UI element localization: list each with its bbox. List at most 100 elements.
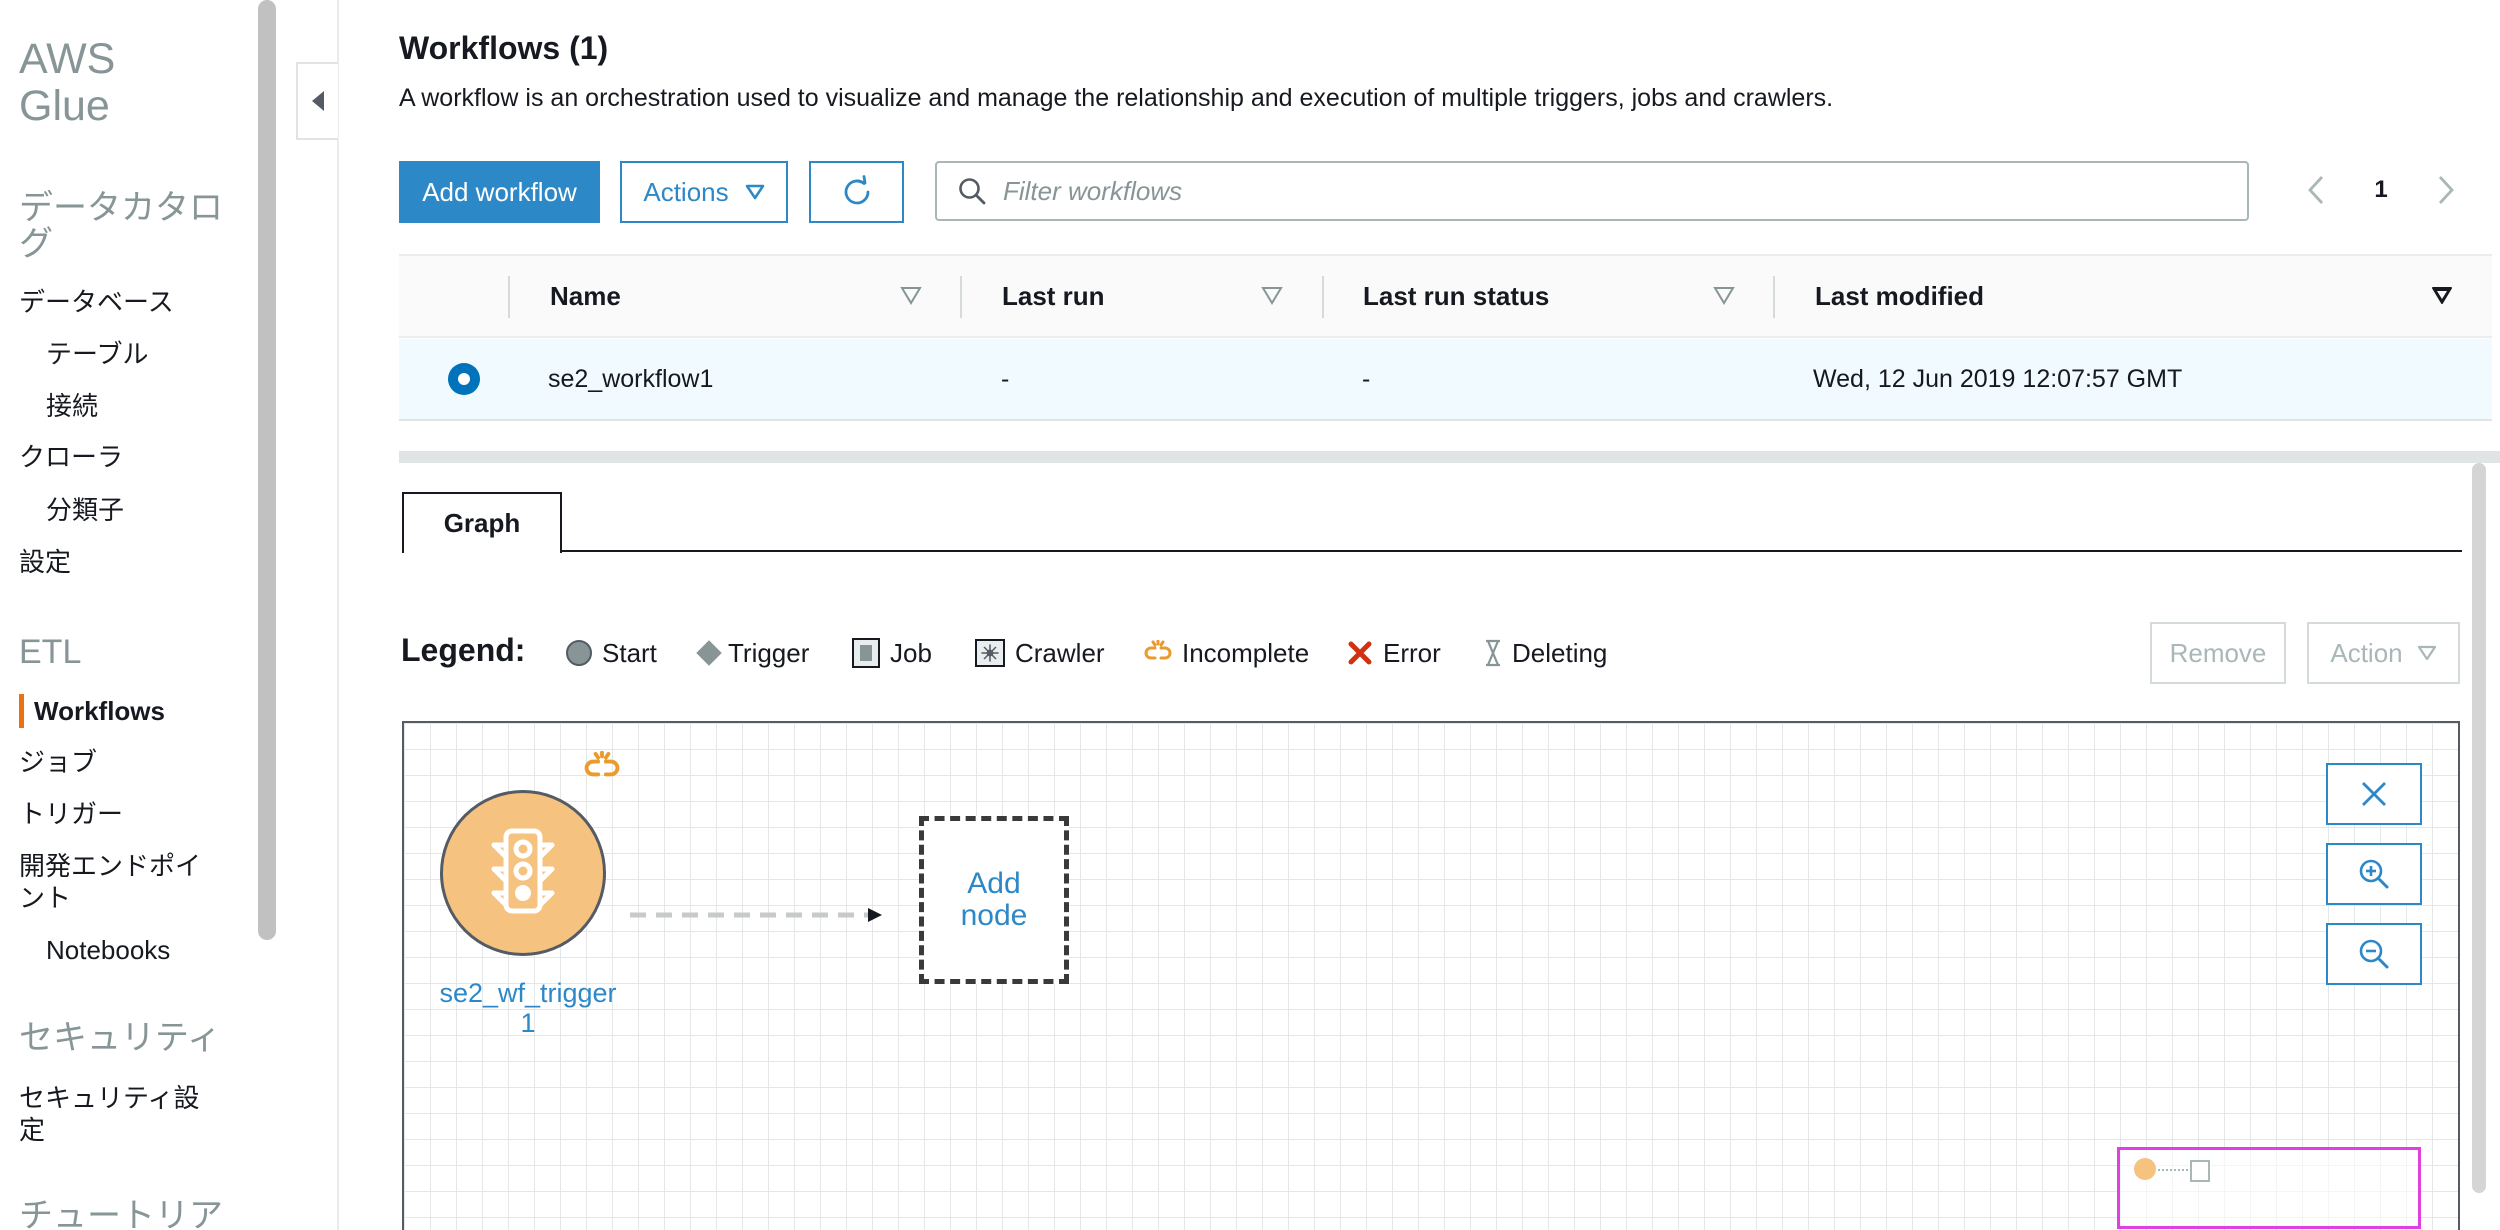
- table-header: Name Last run Last run status Last modif…: [399, 254, 2492, 338]
- add-workflow-button[interactable]: Add workflow: [399, 161, 600, 223]
- cell-last-run: -: [1001, 364, 1010, 393]
- traffic-light-icon: [491, 828, 555, 914]
- action-label: Action: [2330, 637, 2403, 668]
- column-separator: [508, 276, 510, 318]
- column-header-last-modified[interactable]: Last modified: [1815, 256, 1984, 336]
- tab-graph[interactable]: Graph: [402, 492, 562, 553]
- hourglass-icon: [1486, 639, 1500, 667]
- filter-workflows-input[interactable]: [1003, 175, 2203, 207]
- sidebar-item-dev-endpoints[interactable]: 開発エンドポイント: [19, 850, 209, 914]
- column-header-name[interactable]: Name: [550, 256, 621, 336]
- legend-incomplete-label: Incomplete: [1182, 637, 1310, 668]
- table-row[interactable]: se2_workflow1 - - Wed, 12 Jun 2019 12:07…: [399, 339, 2492, 421]
- minimap-add-node: [2190, 1160, 2210, 1182]
- error-x-icon: [1348, 641, 1372, 665]
- nav-divider: [337, 0, 339, 1230]
- legend-trigger: Trigger: [696, 636, 809, 670]
- add-node-button[interactable]: Add node: [919, 816, 1069, 984]
- current-page[interactable]: 1: [2374, 176, 2387, 204]
- remove-label: Remove: [2169, 637, 2267, 668]
- refresh-button[interactable]: [809, 161, 904, 223]
- brand-line1: AWS: [19, 35, 116, 83]
- trigger-diamond-icon: [696, 640, 722, 666]
- sidebar-item-triggers[interactable]: トリガー: [19, 798, 123, 830]
- sidebar: AWS Glue データカタログ データベース テーブル 接続 クローラ 分類子…: [0, 0, 256, 1230]
- sort-icon[interactable]: [1713, 286, 1735, 306]
- trigger-node-label-line2: 1: [520, 1008, 536, 1038]
- sort-icon[interactable]: [900, 286, 922, 306]
- sidebar-item-connections[interactable]: 接続: [46, 390, 98, 422]
- sidebar-scrollbar[interactable]: [258, 0, 276, 940]
- minimap-edge: [2158, 1169, 2188, 1171]
- actions-label: Actions: [643, 176, 729, 207]
- trigger-node[interactable]: [440, 790, 606, 956]
- reset-graph-button[interactable]: [2326, 763, 2422, 825]
- sidebar-item-security-config[interactable]: セキュリティ設定: [19, 1082, 209, 1146]
- panel-resize-handle[interactable]: [399, 451, 2500, 463]
- minimap-trigger-node: [2134, 1158, 2156, 1180]
- section-security: セキュリティ: [19, 1019, 221, 1057]
- brand-line2: Glue: [19, 82, 110, 130]
- column-separator: [1322, 276, 1324, 318]
- sidebar-item-classifiers[interactable]: 分類子: [46, 494, 124, 526]
- broken-link-icon: [1144, 640, 1172, 660]
- sidebar-item-notebooks[interactable]: Notebooks: [46, 934, 170, 966]
- sidebar-item-settings[interactable]: 設定: [19, 546, 71, 578]
- action-dropdown[interactable]: Action: [2307, 622, 2460, 684]
- zoom-in-icon: [2359, 859, 2389, 889]
- chevron-right-icon[interactable]: [2436, 174, 2456, 206]
- zoom-out-button[interactable]: [2326, 923, 2422, 985]
- remove-button[interactable]: Remove: [2150, 622, 2286, 684]
- filter-search-box[interactable]: [935, 161, 2249, 221]
- caret-left-icon: [312, 91, 324, 111]
- detail-scrollbar[interactable]: [2472, 463, 2486, 1193]
- pagination: 1: [2306, 168, 2456, 212]
- legend-error: Error: [1347, 636, 1441, 670]
- graph-minimap[interactable]: [2117, 1147, 2421, 1229]
- sidebar-item-jobs[interactable]: ジョブ: [19, 746, 97, 778]
- close-icon: [2362, 782, 2386, 806]
- graph-edge: [630, 908, 882, 922]
- row-select-radio[interactable]: [448, 363, 480, 395]
- zoom-in-button[interactable]: [2326, 843, 2422, 905]
- sort-icon-active[interactable]: [2431, 286, 2453, 306]
- sidebar-item-crawlers[interactable]: クローラ: [19, 441, 123, 473]
- sidebar-item-databases[interactable]: データベース: [19, 286, 174, 318]
- add-node-line2: node: [960, 899, 1028, 932]
- legend-error-label: Error: [1383, 637, 1441, 668]
- legend-title: Legend:: [401, 632, 526, 668]
- collapse-sidebar-button[interactable]: [296, 62, 338, 140]
- caret-down-icon: [745, 184, 764, 200]
- sidebar-item-workflows[interactable]: Workflows: [34, 695, 165, 727]
- column-separator: [1773, 276, 1775, 318]
- sort-icon[interactable]: [1261, 286, 1283, 306]
- column-last-run-label: Last run: [1002, 280, 1105, 311]
- column-modified-label: Last modified: [1815, 280, 1985, 311]
- legend-deleting-label: Deleting: [1512, 637, 1608, 668]
- column-header-last-run-status[interactable]: Last run status: [1363, 256, 1549, 336]
- incomplete-badge-icon: [584, 751, 620, 777]
- legend-crawler: Crawler: [975, 636, 1105, 670]
- cell-name[interactable]: se2_workflow1: [548, 339, 713, 419]
- cell-last-modified: Wed, 12 Jun 2019 12:07:57 GMT: [1813, 364, 2183, 393]
- trigger-node-label[interactable]: se2_wf_trigger 1: [418, 978, 638, 1038]
- zoom-out-icon: [2359, 939, 2389, 969]
- column-header-last-run[interactable]: Last run: [1002, 256, 1105, 336]
- section-etl: ETL: [19, 633, 82, 671]
- section-tutorial: チュートリア: [19, 1197, 223, 1230]
- legend-start: Start: [566, 636, 657, 670]
- legend-job-label: Job: [890, 637, 932, 668]
- brand-logo[interactable]: AWS Glue: [19, 36, 115, 130]
- column-name-label: Name: [550, 280, 621, 311]
- cell-last-run-status: -: [1362, 364, 1371, 393]
- legend-start-label: Start: [602, 637, 657, 668]
- actions-dropdown[interactable]: Actions: [620, 161, 788, 223]
- chevron-left-icon[interactable]: [2306, 174, 2326, 206]
- legend-incomplete: Incomplete: [1144, 636, 1309, 670]
- add-node-line1: Add: [967, 867, 1021, 900]
- workflow-graph-canvas[interactable]: se2_wf_trigger 1 Add node: [402, 721, 2460, 1230]
- job-icon: [852, 638, 880, 668]
- caret-down-icon: [2417, 645, 2436, 661]
- page-title: Workflows (1): [399, 30, 609, 66]
- sidebar-item-tables[interactable]: テーブル: [46, 338, 148, 370]
